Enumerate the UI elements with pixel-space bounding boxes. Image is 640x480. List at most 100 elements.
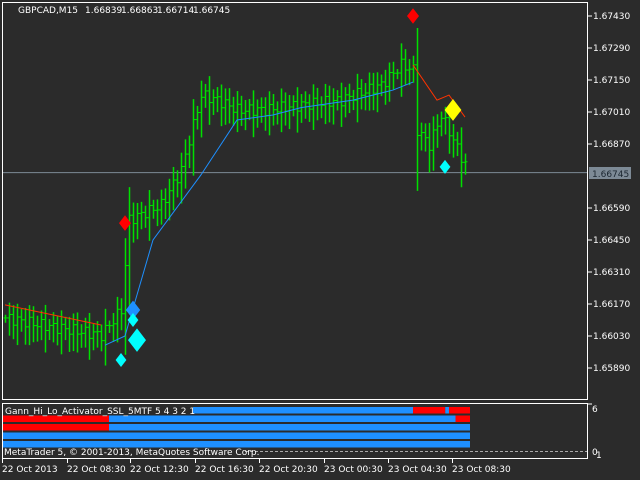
ohlc-bar [403,49,408,86]
ohlc-bar [267,91,272,136]
ohlc-bar [343,87,348,118]
ohlc-bar [183,139,188,189]
ohlc-bar [103,308,108,366]
ohlc-bar [63,316,68,341]
ohlc-bar [395,69,400,80]
indicator-max-label: 6 [592,405,598,415]
time-tick-label: 22 Oct 08:30 [67,465,126,475]
ohlc-bar [319,96,324,119]
price-chart[interactable]: 1.67430 1.67290 1.67150 1.67010 1.66870 1.665… [0,0,640,480]
indicator-segment [109,424,470,431]
ohlc-bar [155,199,160,227]
ohlc-bar [435,114,440,148]
ohlc-bar [191,99,196,176]
ohlc-bar [355,73,360,123]
ohlc-close: 1.66745 [193,6,230,16]
ohlc-bar [187,135,192,169]
indicator-segment [157,407,414,414]
ohlc-bar [287,94,292,130]
ohlc-bar [27,305,32,346]
ohlc-bar [243,99,248,131]
ohlc-bar [303,91,308,119]
ohlc-bar [375,72,380,113]
ohlc-bar [451,124,456,158]
ohlc-bar [127,187,132,308]
price-tick-label: 1.65890 [593,364,630,374]
copyright-label: MetaTrader 5, © 2001-2013, MetaQuotes So… [4,448,260,458]
ohlc-bar [411,55,416,83]
ma-blue-line [104,81,414,346]
ohlc-bar [87,312,92,360]
ohlc-bar [211,89,216,116]
ohlc-bar [79,324,84,348]
indicator-segment [413,407,446,414]
ohlc-bar [427,122,432,173]
ohlc-open: 1.66839 [85,6,122,16]
indicator-segment [3,441,470,448]
ohlc-bar [407,59,412,86]
ohlc-bar [3,314,8,323]
indicator-min-label-2: 1 [596,451,602,461]
ohlc-bar [91,323,96,351]
time-tick-label: 22 Oct 16:30 [195,465,254,475]
ohlc-bar [95,321,100,348]
ohlc-bar [347,83,352,114]
ohlc-bar [415,27,420,191]
price-tick-label: 1.67430 [593,12,630,22]
ohlc-bar [51,312,56,343]
ohlc-bar [275,101,280,125]
time-tick-label: 22 Oct 20:30 [259,465,318,475]
diamond-marker-icon [128,328,146,352]
ohlc-bar [223,88,228,125]
ohlc-bar [359,79,364,110]
ohlc-bar [175,170,180,198]
ohlc-bar [271,94,276,126]
ohlc-bar [75,312,80,353]
time-tick-label: 22 Oct 12:30 [130,465,189,475]
ohlc-bar [167,178,172,221]
ohlc-bar [11,305,16,340]
indicator-segment [445,407,449,414]
time-tick-label: 23 Oct 04:30 [388,465,447,475]
ohlc-bar [283,92,288,126]
moving-average-lines [4,64,466,346]
ohlc-bar [419,122,424,151]
ohlc-bar [315,87,320,121]
ohlc-bar [171,166,176,211]
ohlc-bar [251,90,256,138]
ohlc-bar [307,94,312,122]
ohlc-bar [123,238,128,355]
ohlc-bar [255,99,260,128]
ohlc-bar [263,97,268,131]
ohlc-bar [111,313,116,342]
ohlc-bar [47,319,52,341]
ohlc-bar [159,189,164,225]
ohlc-bar [43,304,48,353]
current-price-label: 1.66745 [592,170,629,180]
ohlc-bar [239,95,244,126]
time-tick-label: 22 Oct 2013 [2,465,58,475]
ohlc-bar [135,202,140,240]
ohlc-bar [371,72,376,111]
ohlc-bar [195,105,200,130]
ohlc-low: 1.66714 [157,6,194,16]
indicator-segment [448,407,470,414]
ohlc-bar [423,123,428,152]
ohlc-bar [179,152,184,204]
ohlc-bar [463,153,468,175]
ohlc-bar [19,309,24,332]
ohlc-bar [331,88,336,125]
ohlc-bar [67,316,72,352]
price-bars [3,27,468,366]
diamond-marker-icon [407,8,419,24]
ohlc-bar [119,298,124,331]
price-tick-label: 1.66590 [593,204,630,214]
ohlc-bar [15,303,20,346]
ohlc-bar [391,61,396,90]
ohlc-bar [459,127,464,188]
ohlc-bar [199,80,204,138]
price-tick-label: 1.66310 [593,268,630,278]
indicator-segment [3,432,470,439]
ohlc-bar [279,88,284,133]
ohlc-bar [299,94,304,123]
